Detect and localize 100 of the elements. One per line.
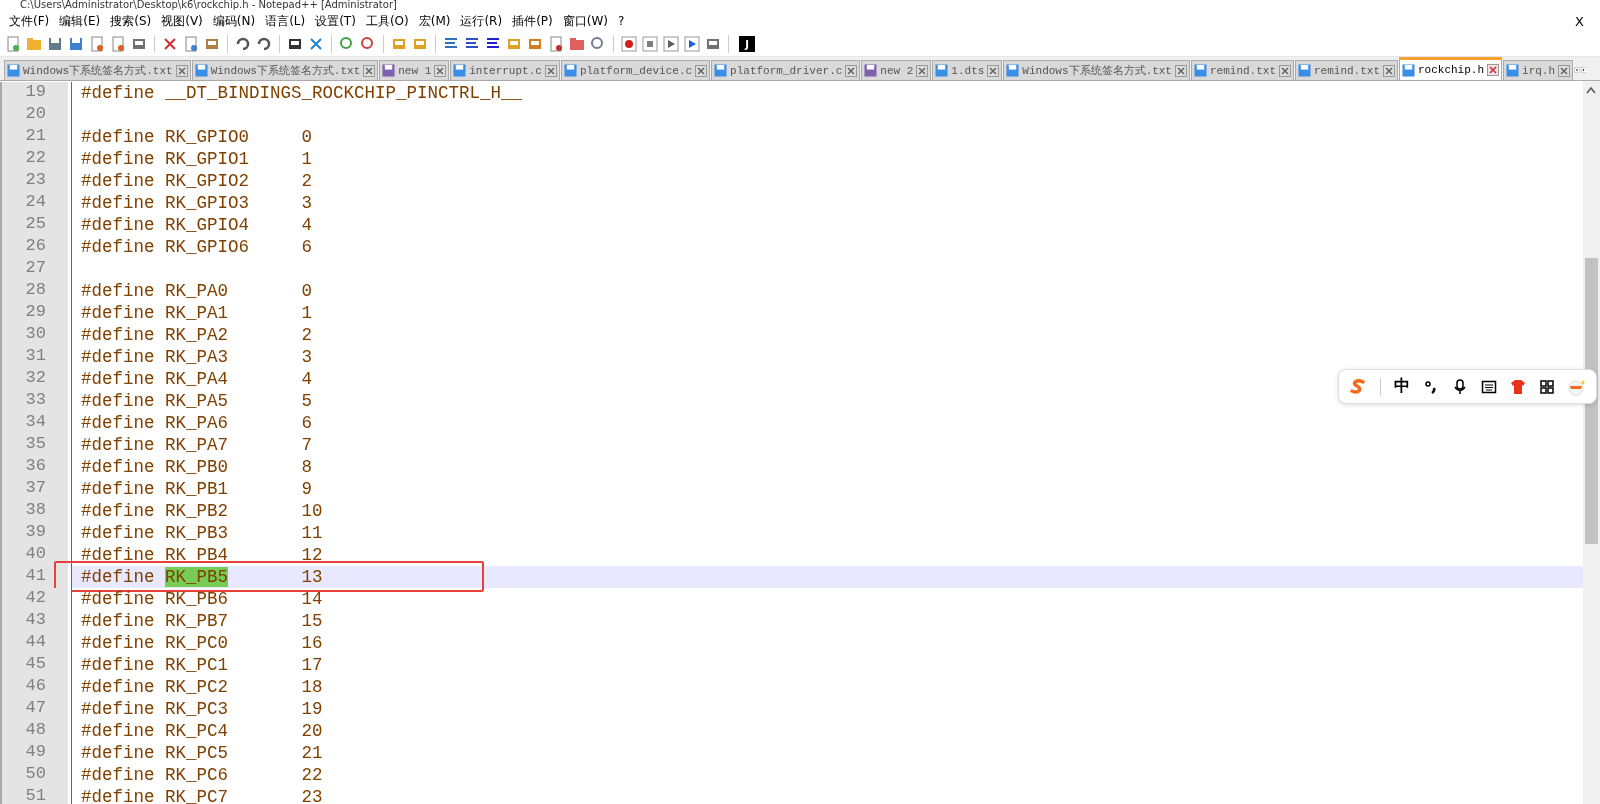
line-number: 42	[0, 588, 71, 610]
code-number: 3	[301, 347, 313, 367]
line-number: 49	[0, 742, 71, 764]
code-identifier: RK_PB1	[165, 479, 230, 499]
code-identifier: RK_PB0	[165, 457, 230, 477]
code-identifier: RK_PC0	[165, 633, 230, 653]
close-button[interactable]: X	[1573, 13, 1586, 29]
menu-item[interactable]: 工具(O)	[360, 12, 414, 30]
line-number: 46	[0, 676, 71, 698]
tab-label: remind.txt	[1314, 64, 1380, 77]
line-number: 27	[0, 258, 71, 280]
file-tab[interactable]: Windows下系统签名方式.txt	[191, 60, 379, 80]
code-identifier: RK_PC6	[165, 765, 230, 785]
line-number: 45	[0, 654, 71, 676]
code-number: 4	[301, 215, 313, 235]
code-identifier: RK_PA0	[165, 281, 230, 301]
code-keyword: #define	[81, 479, 155, 499]
menu-item[interactable]: 宏(M)	[413, 12, 456, 30]
file-tab[interactable]: platform_device.c	[560, 60, 711, 80]
code-identifier: RK_PC3	[165, 699, 230, 719]
tab-label: 1.dts	[951, 64, 985, 77]
code-keyword: #define	[81, 369, 155, 389]
line-number: 50	[0, 764, 71, 786]
window-title: C:\Users\Administrator\Desktop\k6\rockchip.h - Notepad++ [Administrator]	[20, 0, 397, 10]
code-keyword: #define	[81, 567, 155, 587]
code-identifier: RK_PB7	[165, 611, 230, 631]
menu-item[interactable]: 窗口(W)	[557, 12, 613, 30]
code-keyword: #define	[81, 699, 155, 719]
line-number: 19	[0, 82, 71, 104]
file-tab[interactable]: new 2	[861, 60, 932, 80]
file-tab[interactable]: irq.h	[1503, 60, 1574, 80]
menu-item[interactable]: 文件(F)	[4, 12, 55, 30]
file-tab[interactable]: new 1	[379, 60, 450, 80]
line-number: 39	[0, 522, 71, 544]
code-identifier: RK_PC2	[165, 677, 230, 697]
file-tab[interactable]: remind.txt	[1191, 60, 1294, 80]
file-tab[interactable]: interrupt.c	[450, 60, 560, 80]
code-keyword: #define	[81, 545, 155, 565]
menu-item[interactable]: ?	[612, 14, 630, 28]
code-keyword: #define	[81, 435, 155, 455]
file-tab[interactable]: 1.dts	[932, 60, 1003, 80]
code-number: 18	[301, 677, 323, 697]
file-tab[interactable]: Windows下系统签名方式.txt	[4, 60, 191, 80]
menu-item[interactable]: 语言(L)	[260, 12, 311, 30]
line-number: 33	[0, 390, 71, 412]
menu-item[interactable]: 编码(N)	[207, 12, 261, 30]
tab-label: rockchip.h	[1418, 64, 1485, 76]
code-keyword: #define	[81, 303, 155, 323]
code-keyword: #define	[81, 457, 155, 477]
line-number: 40	[0, 544, 71, 566]
console-button[interactable]: J	[739, 36, 755, 52]
menu-item[interactable]: 视图(V)	[156, 12, 208, 30]
menu-item[interactable]: 搜索(S)	[105, 12, 157, 30]
code-number: 7	[301, 435, 313, 455]
code-number: 1	[301, 303, 313, 323]
code-number: 16	[301, 633, 323, 653]
code-identifier: RK_GPIO2	[165, 171, 251, 191]
code-number: 15	[301, 611, 323, 631]
file-tab[interactable]: rockchip.h	[1399, 57, 1503, 80]
code-keyword: #define	[81, 721, 155, 741]
line-number: 48	[0, 720, 71, 742]
code-keyword: #define	[81, 281, 155, 301]
code-number: 0	[301, 127, 313, 147]
menu-item[interactable]: 插件(P)	[507, 12, 558, 30]
line-number: 44	[0, 632, 71, 654]
line-number: 31	[0, 346, 71, 368]
code-number: 10	[301, 501, 323, 521]
line-number: 38	[0, 500, 71, 522]
code-number: 6	[301, 237, 313, 257]
tab-label: platform_driver.c	[730, 64, 843, 77]
input-mode-toggle[interactable]: 中	[1394, 376, 1410, 397]
code-number: 8	[301, 457, 313, 477]
line-number: 24	[0, 192, 71, 214]
line-number: 23	[0, 170, 71, 192]
code-keyword: #define	[81, 391, 155, 411]
tab-label: new 1	[398, 64, 432, 77]
code-number: 12	[301, 545, 323, 565]
menu-item[interactable]: 运行(R)	[455, 12, 508, 30]
code-keyword: #define	[81, 347, 155, 367]
code-identifier: RK_PA3	[165, 347, 230, 367]
line-number: 37	[0, 478, 71, 500]
code-keyword: #define	[81, 237, 155, 257]
menu-item[interactable]: 设置(T)	[310, 12, 361, 30]
tab-label: platform_device.c	[579, 64, 693, 77]
file-tab[interactable]: remind.txt	[1295, 60, 1398, 80]
code-identifier: RK_PB2	[165, 501, 230, 521]
code-number: 3	[301, 193, 313, 213]
tab-label: remind.txt	[1210, 64, 1276, 77]
code-number: 6	[301, 413, 313, 433]
code-number: 23	[301, 787, 323, 804]
code-identifier: RK_GPIO6	[165, 237, 251, 257]
menu-item[interactable]: 编辑(E)	[54, 12, 106, 30]
code-number: 1	[301, 149, 313, 169]
file-tab[interactable]: Windows下系统签名方式.txt	[1003, 60, 1190, 80]
code-number: 4	[301, 369, 313, 389]
code-keyword: #define	[81, 765, 155, 785]
code-identifier: RK_PA7	[165, 435, 230, 455]
file-tab[interactable]: platform_driver.c	[711, 60, 861, 80]
line-number: 28	[0, 280, 71, 302]
code-number: 2	[301, 325, 313, 345]
